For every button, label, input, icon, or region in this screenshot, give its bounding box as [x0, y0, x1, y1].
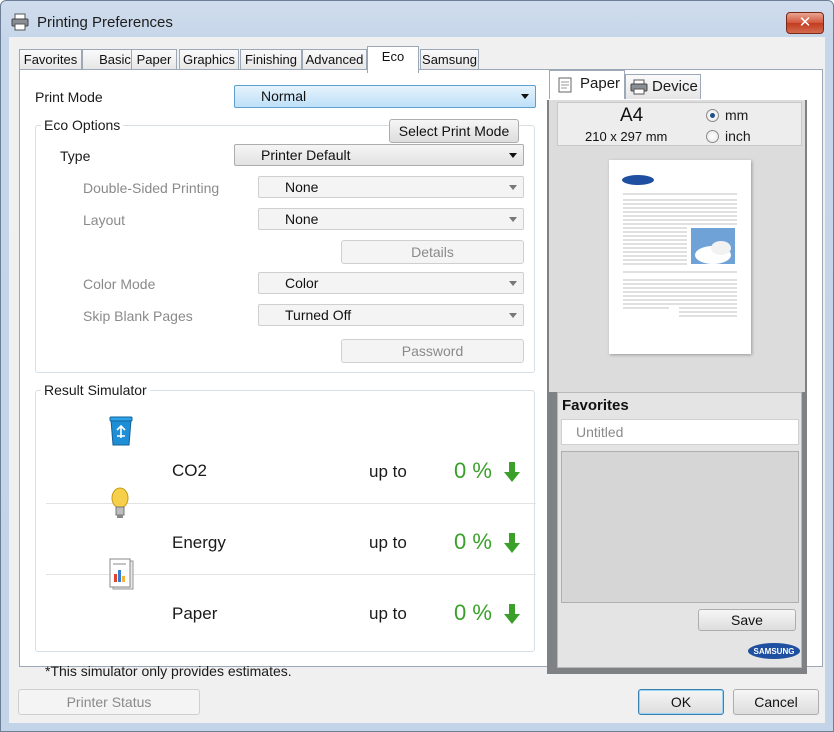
co2-percent: 0 % [454, 458, 492, 483]
paper-document-icon [109, 558, 134, 590]
double-sided-label: Double-Sided Printing [83, 180, 220, 196]
favorites-list[interactable] [561, 451, 799, 603]
paper-tab-label: Paper [580, 75, 621, 92]
color-mode-label: Color Mode [83, 276, 156, 292]
energy-upto: up to [369, 533, 407, 552]
tab-eco[interactable]: Eco [367, 46, 419, 73]
type-value: Printer Default [261, 147, 351, 163]
simulator-footnote: *This simulator only provides estimates. [45, 663, 292, 679]
print-mode-label: Print Mode [35, 89, 103, 105]
paper-dimensions: 210 x 297 mm [585, 129, 668, 144]
unit-mm-radio[interactable] [706, 109, 719, 122]
color-mode-value: Color [285, 275, 319, 291]
layout-dropdown[interactable]: None [258, 208, 524, 230]
tab-samsung[interactable]: Samsung [420, 49, 479, 71]
type-dropdown[interactable]: Printer Default [234, 144, 524, 166]
co2-upto: up to [369, 462, 407, 481]
chevron-down-icon [509, 217, 517, 222]
print-mode-dropdown[interactable]: Normal [234, 85, 536, 108]
save-button[interactable]: Save [698, 609, 796, 631]
light-bulb-icon [111, 487, 129, 518]
recycle-bin-icon [109, 416, 133, 446]
tab-favorites[interactable]: Favorites [19, 49, 82, 71]
select-print-mode-button[interactable]: Select Print Mode [389, 119, 519, 143]
page-preview [609, 160, 751, 354]
paper-percent: 0 % [454, 600, 492, 625]
down-arrow-icon [504, 462, 520, 482]
double-sided-dropdown[interactable]: None [258, 176, 524, 198]
paper-size: A4 [620, 105, 644, 126]
samsung-logo: SAMSUNG [748, 643, 800, 659]
skip-blank-value: Turned Off [285, 307, 352, 323]
paper-size-box: A4 210 x 297 mm mm inch [557, 102, 802, 146]
window-title: Printing Preferences [37, 14, 173, 31]
layout-label: Layout [83, 212, 126, 228]
tab-preview-paper[interactable]: Paper [549, 70, 625, 99]
favorites-placeholder: Untitled [576, 424, 624, 440]
favorites-title: Favorites [562, 397, 629, 414]
device-tab-label: Device [652, 78, 698, 95]
password-button[interactable]: Password [341, 339, 524, 363]
dialog-client-area: Favorites Basic Paper Graphics Finishing… [9, 37, 825, 723]
type-label: Type [60, 148, 91, 164]
page-icon [558, 77, 572, 93]
favorites-panel: Favorites Untitled Save SAMSUNG [557, 392, 802, 668]
co2-label: CO2 [172, 461, 207, 480]
skip-blank-dropdown[interactable]: Turned Off [258, 304, 524, 326]
samsung-logo-text: SAMSUNG [754, 647, 795, 656]
paper-upto: up to [369, 604, 407, 623]
chevron-down-icon [521, 94, 529, 99]
skip-blank-label: Skip Blank Pages [83, 308, 193, 324]
energy-label: Energy [172, 533, 226, 552]
printer-icon [11, 13, 29, 31]
tab-advanced[interactable]: Advanced [302, 49, 367, 71]
chevron-down-icon [509, 313, 517, 318]
unit-mm-label: mm [725, 107, 749, 123]
preview-pane: Paper Device A4 210 x 297 mm mm inch Fav… [547, 70, 807, 674]
down-arrow-icon [504, 604, 520, 624]
title-bar: Printing Preferences ✕ [1, 1, 833, 41]
layout-value: None [285, 211, 319, 227]
printer-status-button[interactable]: Printer Status [18, 689, 200, 715]
energy-percent: 0 % [454, 529, 492, 554]
chevron-down-icon [509, 185, 517, 190]
tab-paper[interactable]: Paper [131, 49, 177, 71]
print-mode-value: Normal [261, 88, 307, 104]
paper-label: Paper [172, 604, 218, 623]
ok-button[interactable]: OK [638, 689, 724, 715]
color-mode-dropdown[interactable]: Color [258, 272, 524, 294]
tab-preview-device[interactable]: Device [625, 74, 701, 99]
document-thumbnail-icon [622, 175, 737, 317]
details-button[interactable]: Details [341, 240, 524, 264]
unit-inch-radio[interactable] [706, 130, 719, 143]
down-arrow-icon [504, 533, 520, 553]
eco-options-title: Eco Options [41, 117, 124, 133]
printer-icon [630, 79, 648, 95]
tab-graphics[interactable]: Graphics [179, 49, 239, 71]
printing-preferences-window: Printing Preferences ✕ Favorites Basic P… [0, 0, 834, 732]
chevron-down-icon [509, 153, 517, 158]
unit-inch-label: inch [725, 128, 751, 144]
result-simulator-title: Result Simulator [41, 382, 150, 398]
double-sided-value: None [285, 179, 319, 195]
cancel-button[interactable]: Cancel [733, 689, 819, 715]
favorites-name-input[interactable]: Untitled [561, 419, 799, 445]
close-button[interactable]: ✕ [786, 12, 824, 34]
chevron-down-icon [509, 281, 517, 286]
tab-finishing[interactable]: Finishing [240, 49, 302, 71]
